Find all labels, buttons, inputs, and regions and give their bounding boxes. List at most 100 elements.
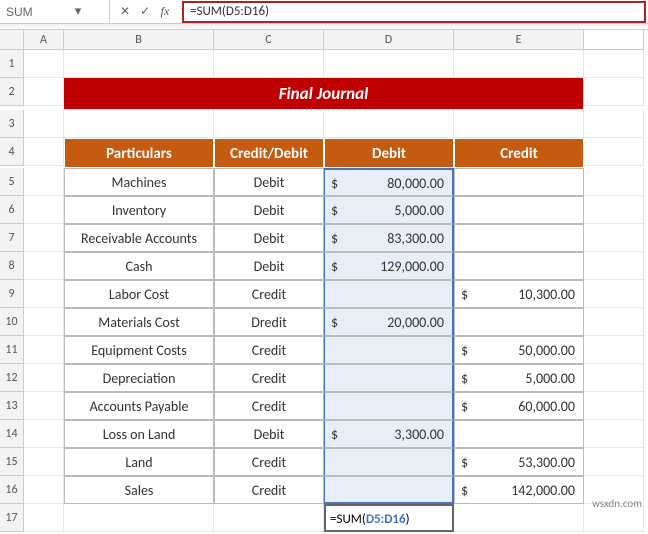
cell-A9[interactable]: [24, 280, 64, 308]
enter-icon[interactable]: ✓: [136, 4, 154, 19]
row-header-5[interactable]: 5: [0, 168, 24, 196]
cell-debit-11[interactable]: [324, 336, 454, 364]
cell-credit-16[interactable]: $142,000.00: [454, 476, 584, 504]
col-header-E[interactable]: E: [454, 30, 584, 50]
row-header-9[interactable]: 9: [0, 280, 24, 308]
cell-A15[interactable]: [24, 448, 64, 476]
cell-credit-10[interactable]: [454, 308, 584, 336]
cell-credit-14[interactable]: [454, 420, 584, 448]
cell-particulars-7[interactable]: Receivable Accounts: [64, 224, 214, 252]
cell-E3[interactable]: [454, 110, 584, 138]
cell-particulars-5[interactable]: Machines: [64, 168, 214, 196]
cell-cd-8[interactable]: Debit: [214, 252, 324, 280]
cell-credit-13[interactable]: $60,000.00: [454, 392, 584, 420]
cell-D1[interactable]: [324, 50, 454, 78]
cell-credit-8[interactable]: [454, 252, 584, 280]
row-header-12[interactable]: 12: [0, 364, 24, 392]
cell-debit-12[interactable]: [324, 364, 454, 392]
cell-B3[interactable]: [64, 110, 214, 138]
cell-A6[interactable]: [24, 196, 64, 224]
cell-credit-7[interactable]: [454, 224, 584, 252]
row-header-17[interactable]: 17: [0, 504, 24, 532]
cell-A10[interactable]: [24, 308, 64, 336]
cell-C1[interactable]: [214, 50, 324, 78]
title-cell[interactable]: Final Journal: [64, 78, 584, 110]
row-header-10[interactable]: 10: [0, 308, 24, 336]
cancel-icon[interactable]: ✕: [116, 4, 134, 19]
cell-B1[interactable]: [64, 50, 214, 78]
cell-B17[interactable]: [64, 504, 214, 532]
cell-A5[interactable]: [24, 168, 64, 196]
cell-A4[interactable]: [24, 138, 64, 166]
cell-debit-8[interactable]: $129,000.00: [324, 252, 454, 280]
cell-debit-6[interactable]: $5,000.00: [324, 196, 454, 224]
spreadsheet-grid[interactable]: A B C D E 1 2 Final Journal 3 4 Particul…: [0, 30, 648, 532]
cell-debit-14[interactable]: $3,300.00: [324, 420, 454, 448]
cell-credit-15[interactable]: $53,300.00: [454, 448, 584, 476]
cell-cd-6[interactable]: Debit: [214, 196, 324, 224]
row-header-16[interactable]: 16: [0, 476, 24, 504]
cell-A16[interactable]: [24, 476, 64, 504]
row-header-3[interactable]: 3: [0, 110, 24, 138]
col-header-D[interactable]: D: [324, 30, 454, 50]
row-header-15[interactable]: 15: [0, 448, 24, 476]
cell-particulars-10[interactable]: Materials Cost: [64, 308, 214, 336]
cell-A13[interactable]: [24, 392, 64, 420]
cell-A8[interactable]: [24, 252, 64, 280]
cell-A14[interactable]: [24, 420, 64, 448]
cell-cd-9[interactable]: Credit: [214, 280, 324, 308]
cell-cd-12[interactable]: Credit: [214, 364, 324, 392]
row-header-6[interactable]: 6: [0, 196, 24, 224]
cell-E17[interactable]: [454, 504, 584, 532]
cell-cd-5[interactable]: Debit: [214, 168, 324, 196]
cell-debit-13[interactable]: [324, 392, 454, 420]
cell-credit-5[interactable]: [454, 168, 584, 196]
name-box-input[interactable]: [0, 5, 70, 19]
row-header-13[interactable]: 13: [0, 392, 24, 420]
cell-debit-15[interactable]: [324, 448, 454, 476]
cell-particulars-15[interactable]: Land: [64, 448, 214, 476]
cell-debit-5[interactable]: $80,000.00: [324, 168, 454, 196]
col-header-C[interactable]: C: [214, 30, 324, 50]
fx-icon[interactable]: fx: [156, 4, 174, 19]
cell-A2[interactable]: [24, 78, 64, 106]
cell-cd-13[interactable]: Credit: [214, 392, 324, 420]
row-header-1[interactable]: 1: [0, 50, 24, 78]
cell-debit-9[interactable]: [324, 280, 454, 308]
cell-particulars-12[interactable]: Depreciation: [64, 364, 214, 392]
cell-particulars-6[interactable]: Inventory: [64, 196, 214, 224]
cell-cd-7[interactable]: Debit: [214, 224, 324, 252]
cell-C17[interactable]: [214, 504, 324, 532]
cell-particulars-13[interactable]: Accounts Payable: [64, 392, 214, 420]
cell-A12[interactable]: [24, 364, 64, 392]
cell-A11[interactable]: [24, 336, 64, 364]
header-credit-debit[interactable]: Credit/Debit: [214, 138, 324, 168]
cell-cd-10[interactable]: Dredit: [214, 308, 324, 336]
cell-A1[interactable]: [24, 50, 64, 78]
name-box[interactable]: ▾: [0, 0, 110, 23]
cell-cd-11[interactable]: Credit: [214, 336, 324, 364]
cell-particulars-14[interactable]: Loss on Land: [64, 420, 214, 448]
cell-particulars-9[interactable]: Labor Cost: [64, 280, 214, 308]
select-all-corner[interactable]: [0, 30, 24, 50]
cell-credit-9[interactable]: $10,300.00: [454, 280, 584, 308]
cell-C3[interactable]: [214, 110, 324, 138]
cell-cd-15[interactable]: Credit: [214, 448, 324, 476]
cell-D3[interactable]: [324, 110, 454, 138]
formula-bar[interactable]: =SUM(D5:D16): [182, 1, 646, 23]
row-header-11[interactable]: 11: [0, 336, 24, 364]
row-header-4[interactable]: 4: [0, 138, 24, 166]
active-cell-D17[interactable]: =SUM(D5:D16): [324, 504, 454, 532]
cell-debit-7[interactable]: $83,300.00: [324, 224, 454, 252]
cell-particulars-8[interactable]: Cash: [64, 252, 214, 280]
cell-credit-12[interactable]: $5,000.00: [454, 364, 584, 392]
cell-debit-16[interactable]: [324, 476, 454, 504]
header-debit[interactable]: Debit: [324, 138, 454, 168]
cell-particulars-11[interactable]: Equipment Costs: [64, 336, 214, 364]
row-header-8[interactable]: 8: [0, 252, 24, 280]
cell-cd-14[interactable]: Debit: [214, 420, 324, 448]
header-credit[interactable]: Credit: [454, 138, 584, 168]
cell-A17[interactable]: [24, 504, 64, 532]
header-particulars[interactable]: Particulars: [64, 138, 214, 168]
row-header-14[interactable]: 14: [0, 420, 24, 448]
